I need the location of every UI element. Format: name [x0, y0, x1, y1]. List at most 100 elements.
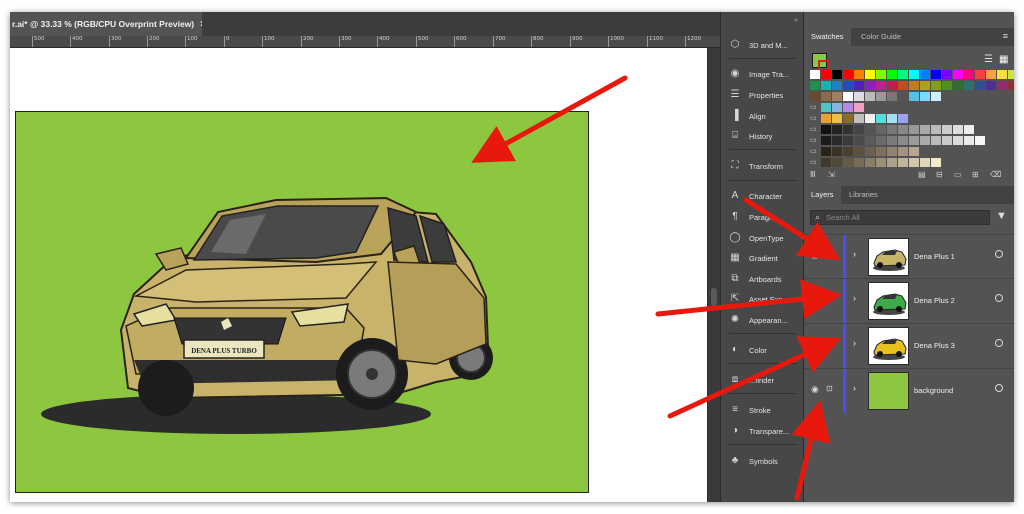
swatch[interactable]	[909, 136, 919, 145]
swatch[interactable]	[865, 125, 875, 134]
swatch[interactable]	[865, 114, 875, 123]
panel-gradient[interactable]: ▦ Gradient	[721, 249, 805, 267]
swatch[interactable]	[876, 114, 886, 123]
swatch[interactable]	[964, 70, 974, 79]
layer-row[interactable]: ◉ › Dena Plus 1	[804, 234, 1014, 279]
artboard[interactable]: DENA PLUS TURBO	[15, 111, 589, 493]
swatch[interactable]	[865, 136, 875, 145]
swatch[interactable]	[898, 81, 908, 90]
swatch[interactable]	[931, 158, 941, 167]
swatch[interactable]	[964, 136, 974, 145]
swatch-group-folder-icon[interactable]: ▭	[810, 158, 820, 167]
swatch[interactable]	[832, 158, 842, 167]
swatch-group-folder-icon[interactable]: ▭	[810, 114, 820, 123]
swatch[interactable]	[909, 81, 919, 90]
swatch[interactable]	[821, 114, 831, 123]
swatch[interactable]	[920, 158, 930, 167]
swatch-group-folder-icon[interactable]: ▭	[810, 103, 820, 112]
layers-search-input[interactable]: ⌕ Search All	[810, 210, 990, 225]
panel-pathfinder[interactable]: ⧈ ...finder	[721, 371, 805, 389]
grid-view-icon[interactable]: ▦	[999, 54, 1008, 65]
swatch-group-folder-icon[interactable]: ▭	[810, 147, 820, 156]
panel-asset-export[interactable]: ⇱ Asset Exp...	[721, 290, 805, 308]
swatch[interactable]	[865, 92, 875, 101]
swatch[interactable]	[876, 92, 886, 101]
expand-chevron-icon[interactable]: ›	[853, 383, 856, 393]
swatch[interactable]	[843, 81, 853, 90]
panel-symbols[interactable]: ♣ Symbols	[721, 452, 805, 470]
swatch[interactable]	[821, 158, 831, 167]
swatch[interactable]	[887, 136, 897, 145]
panel-character[interactable]: A Character	[721, 187, 805, 205]
layer-row[interactable]: › Dena Plus 2	[804, 278, 1014, 323]
document-tab[interactable]: r.ai* @ 33.33 % (RGB/CPU Overprint Previ…	[10, 12, 206, 36]
swatch[interactable]	[920, 136, 930, 145]
swatch[interactable]	[931, 136, 941, 145]
swatch[interactable]	[854, 114, 864, 123]
swatch[interactable]	[898, 70, 908, 79]
swatch[interactable]	[832, 114, 842, 123]
swatch[interactable]	[876, 81, 886, 90]
layer-row[interactable]: ◉ ⊡ › background	[804, 368, 1014, 413]
swatch[interactable]	[854, 125, 864, 134]
tab-libraries[interactable]: Libraries	[842, 186, 885, 204]
panel-image-trace[interactable]: ◉ Image Tra...	[721, 65, 805, 83]
swatch[interactable]	[876, 125, 886, 134]
panel-transform[interactable]: ⛶ Transform	[721, 157, 805, 175]
expand-chevron-icon[interactable]: ›	[853, 338, 856, 348]
panel-menu-icon[interactable]: ≡	[1003, 31, 1008, 41]
swatch[interactable]	[843, 147, 853, 156]
swatch[interactable]	[854, 81, 864, 90]
panel-3d-and-materials[interactable]: ⬡ 3D and M...	[721, 36, 805, 54]
swatch[interactable]	[1008, 81, 1014, 90]
swatch-group-folder-icon[interactable]: ▭	[810, 125, 820, 134]
vertical-scrollbar[interactable]	[707, 48, 721, 502]
swatch[interactable]	[898, 147, 908, 156]
swatch[interactable]	[832, 92, 842, 101]
swatch[interactable]	[821, 81, 831, 90]
swatch[interactable]	[975, 70, 985, 79]
swatch[interactable]	[865, 147, 875, 156]
layer-name[interactable]: Dena Plus 3	[914, 341, 955, 350]
swatch[interactable]	[986, 70, 996, 79]
swatch[interactable]	[898, 158, 908, 167]
expand-chevron-icon[interactable]: ›	[853, 293, 856, 303]
list-view-icon[interactable]: ☰	[984, 54, 993, 65]
swatch[interactable]	[865, 158, 875, 167]
swatch[interactable]	[821, 92, 831, 101]
swatch[interactable]	[843, 70, 853, 79]
swatch[interactable]	[997, 70, 1007, 79]
swatch[interactable]	[931, 81, 941, 90]
swatch[interactable]	[832, 147, 842, 156]
collapse-dock-icon[interactable]: »	[794, 17, 798, 24]
panel-paragraph[interactable]: ¶ Paragr...	[721, 208, 805, 226]
swatch[interactable]	[898, 136, 908, 145]
swatch[interactable]	[975, 136, 985, 145]
swatch[interactable]	[821, 125, 831, 134]
visibility-eye-icon[interactable]: ◉	[811, 384, 819, 395]
folder-icon[interactable]: ▭	[954, 170, 962, 179]
swatch[interactable]	[843, 92, 853, 101]
swatch[interactable]	[832, 103, 842, 112]
swatch[interactable]	[887, 81, 897, 90]
new-swatch-icon[interactable]: ⊞	[972, 170, 979, 179]
layer-name[interactable]: Dena Plus 2	[914, 296, 955, 305]
swatch[interactable]	[854, 136, 864, 145]
swatch[interactable]	[854, 158, 864, 167]
tab-swatches[interactable]: Swatches	[804, 28, 851, 46]
swatch[interactable]	[832, 81, 842, 90]
swatch[interactable]	[887, 92, 897, 101]
swatch[interactable]	[854, 147, 864, 156]
swatch[interactable]	[887, 70, 897, 79]
swatch[interactable]	[821, 147, 831, 156]
show-kinds-icon[interactable]: ⇲	[828, 170, 835, 179]
swatch-group-folder-icon[interactable]: ▭	[810, 136, 820, 145]
swatch[interactable]	[942, 125, 952, 134]
canvas[interactable]: DENA PLUS TURBO	[10, 48, 707, 502]
swatch[interactable]	[953, 81, 963, 90]
swatch[interactable]	[843, 136, 853, 145]
scrollbar-thumb[interactable]	[711, 288, 717, 306]
swatch[interactable]	[843, 114, 853, 123]
filter-icon[interactable]: ▼	[996, 210, 1007, 222]
layer-target-icon[interactable]	[995, 294, 1003, 302]
